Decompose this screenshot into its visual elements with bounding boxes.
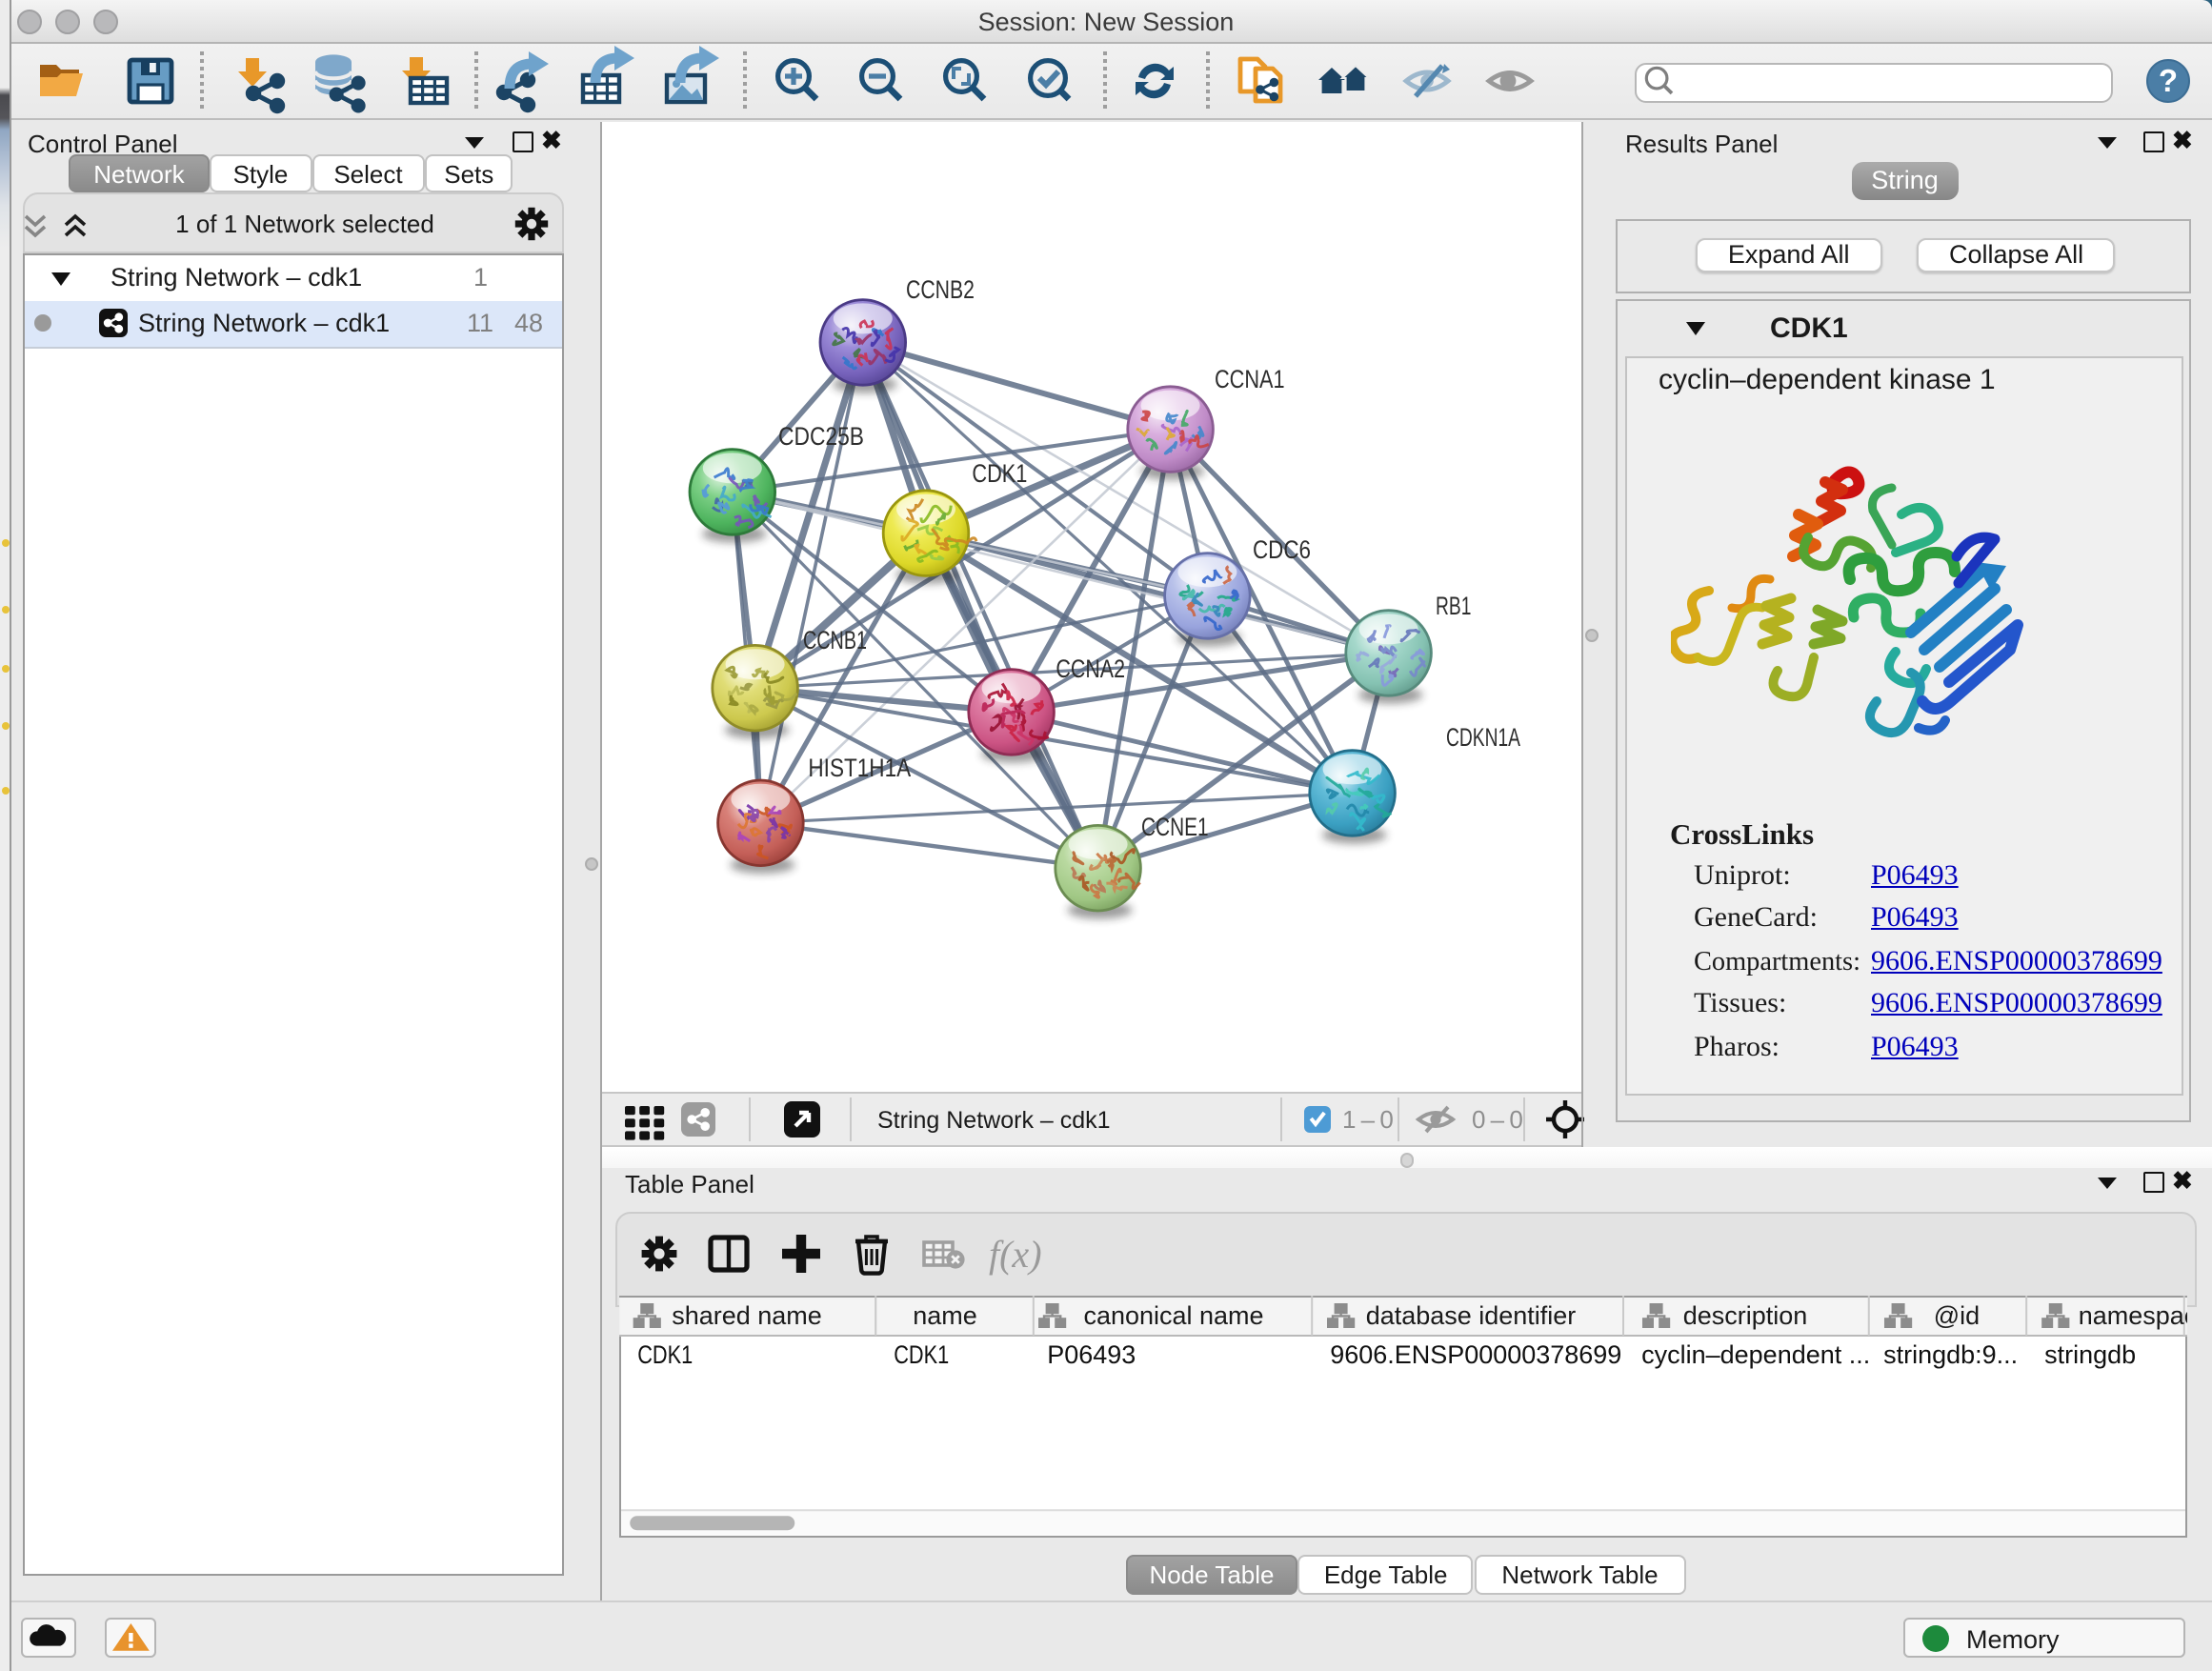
svg-text:name: name <box>914 1302 978 1331</box>
svg-text:CCNB1: CCNB1 <box>802 625 866 654</box>
svg-text:CDC25B: CDC25B <box>777 421 863 450</box>
svg-text:0 – 0: 0 – 0 <box>1471 1104 1522 1133</box>
svg-text:CCNE1: CCNE1 <box>1140 812 1208 840</box>
svg-text:stringdb: stringdb <box>2045 1341 2137 1370</box>
svg-text:1 of 1 Network selected: 1 of 1 Network selected <box>175 210 434 238</box>
svg-text:stringdb:9...: stringdb:9... <box>1884 1341 2019 1370</box>
svg-text:f(x): f(x) <box>989 1233 1042 1276</box>
svg-text:9606.ENSP00000378699: 9606.ENSP00000378699 <box>1331 1341 1622 1370</box>
svg-text:database identifier: database identifier <box>1367 1302 1578 1331</box>
svg-text:CDC6: CDC6 <box>1252 534 1310 563</box>
svg-text:canonical name: canonical name <box>1084 1302 1264 1331</box>
svg-text:description: description <box>1684 1302 1809 1331</box>
svg-text:String Network – cdk1: String Network – cdk1 <box>876 1106 1110 1133</box>
svg-text:P06493: P06493 <box>1048 1341 1136 1370</box>
svg-text:shared name: shared name <box>673 1302 823 1331</box>
svg-text:@id: @id <box>1935 1302 1981 1331</box>
svg-text:CDK1: CDK1 <box>971 458 1026 487</box>
svg-text:RB1: RB1 <box>1435 591 1470 619</box>
svg-text:CCNA2: CCNA2 <box>1055 654 1124 682</box>
svg-text:CCNB2: CCNB2 <box>905 274 974 303</box>
svg-text:namespac: namespac <box>2079 1302 2187 1331</box>
svg-text:CCNA1: CCNA1 <box>1214 364 1284 393</box>
svg-text:cyclin–dependent ...: cyclin–dependent ... <box>1642 1341 1871 1370</box>
svg-text:CDK1: CDK1 <box>895 1341 950 1370</box>
svg-text:CDK1: CDK1 <box>638 1341 694 1370</box>
svg-text:HIST1H1A: HIST1H1A <box>807 753 910 781</box>
svg-text:CDKN1A: CDKN1A <box>1445 722 1519 751</box>
svg-text:?: ? <box>2159 62 2178 97</box>
svg-text:1 – 0: 1 – 0 <box>1341 1104 1393 1133</box>
